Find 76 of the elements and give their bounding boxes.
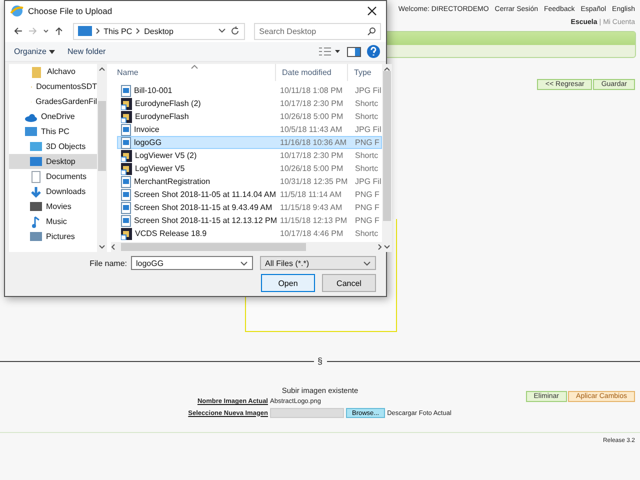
file-type: PNG F xyxy=(354,138,380,147)
nav-item[interactable]: 3D Objects xyxy=(9,139,97,154)
breadcrumb-item[interactable]: Desktop xyxy=(144,26,174,36)
file-row[interactable]: Screen Shot 2018-11-15 at 12.13.12 PM 11/15/18 12:13 PM PNG F xyxy=(117,214,382,227)
file-name-field[interactable]: logoGG xyxy=(131,256,253,270)
file-date: 10/17/18 2:30 PM xyxy=(279,151,344,160)
file-name: VCDS Release 18.9 xyxy=(135,229,207,238)
file-name: MerchantRegistration xyxy=(134,177,210,186)
file-row[interactable]: LogViewer V5 (2) 10/17/18 2:30 PM Shortc xyxy=(117,149,382,162)
nav-item[interactable]: GradesGardenFil xyxy=(9,94,97,109)
file-date: 10/26/18 5:00 PM xyxy=(279,112,344,121)
file-date: 11/16/18 10:36 AM xyxy=(279,138,348,147)
nav-item[interactable]: DocumentosSDT xyxy=(9,79,97,94)
file-type: Shortc xyxy=(354,229,380,238)
nav-item[interactable]: Movies xyxy=(9,199,97,214)
file-name: EurodyneFlash (2) xyxy=(135,99,201,108)
file-type: PNG F xyxy=(354,216,380,225)
file-name: LogViewer V5 xyxy=(135,164,185,173)
file-type: Shortc xyxy=(354,99,380,108)
file-type: JPG Fil xyxy=(354,177,382,186)
file-name: LogViewer V5 (2) xyxy=(135,151,197,160)
breadcrumb-item[interactable]: This PC xyxy=(104,26,132,36)
toolbar-button[interactable]: New folder xyxy=(64,46,109,57)
nav-item[interactable]: Music xyxy=(9,214,97,229)
file-name: Screen Shot 2018-11-15 at 12.13.12 PM xyxy=(134,216,277,225)
toolbar-button[interactable]: Organize xyxy=(11,46,58,57)
file-date: 10/5/18 11:43 AM xyxy=(279,125,344,134)
file-row[interactable]: Invoice 10/5/18 11:43 AM JPG Fil xyxy=(117,123,382,136)
file-row[interactable]: EurodyneFlash (2) 10/17/18 2:30 PM Shortc xyxy=(117,97,382,110)
file-row[interactable]: logoGG 11/16/18 10:36 AM PNG F xyxy=(117,136,382,149)
file-date: 10/31/18 12:35 PM xyxy=(279,177,349,186)
file-row[interactable]: EurodyneFlash 10/26/18 5:00 PM Shortc xyxy=(117,110,382,123)
file-row[interactable]: Screen Shot 2018-11-15 at 9.43.49 AM 11/15/18 9:43 AM PNG F xyxy=(117,201,382,214)
file-name-label: File name: xyxy=(90,258,127,268)
file-date: 11/15/18 9:43 AM xyxy=(279,203,344,212)
nav-item[interactable]: Downloads xyxy=(9,184,97,199)
file-row[interactable]: Screen Shot 2018-11-05 at 11.14.04 AM 11/5/18 11:14 AM PNG F xyxy=(117,188,382,201)
section-mark: § xyxy=(318,356,323,366)
nav-item[interactable]: Desktop xyxy=(9,154,97,169)
file-type: PNG F xyxy=(354,203,380,212)
file-name: logoGG xyxy=(134,138,162,147)
file-date: 11/15/18 12:13 PM xyxy=(279,216,348,225)
file-row[interactable]: VCDS Release 18.9 10/17/18 4:46 PM Shortc xyxy=(117,227,382,240)
file-name: Screen Shot 2018-11-05 at 11.14.04 AM xyxy=(134,190,276,199)
dialog-button[interactable]: Open xyxy=(261,274,315,292)
file-row[interactable]: Bill-10-001 10/11/18 1:08 PM JPG Fil xyxy=(117,84,382,97)
file-type: JPG Fil xyxy=(354,125,382,134)
file-date: 10/11/18 1:08 PM xyxy=(279,86,344,95)
file-type-dropdown[interactable]: All Files (*.*) xyxy=(260,256,376,270)
nav-item[interactable]: This PC xyxy=(9,124,97,139)
file-type: Shortc xyxy=(354,164,380,173)
nav-item[interactable]: OneDrive xyxy=(9,109,97,124)
file-name: EurodyneFlash xyxy=(135,112,189,121)
file-date: 10/17/18 2:30 PM xyxy=(279,99,344,108)
window-title: Choose File to Upload xyxy=(28,6,114,16)
file-type: PNG F xyxy=(354,190,380,199)
file-date: 10/17/18 4:46 PM xyxy=(279,229,344,238)
column-header[interactable]: Type xyxy=(348,64,382,81)
nav-item[interactable]: Alchavo xyxy=(9,64,97,79)
column-header[interactable]: Date modified xyxy=(276,64,348,81)
file-type: Shortc xyxy=(354,151,380,160)
nav-item[interactable]: Documents xyxy=(9,169,97,184)
file-name: Bill-10-001 xyxy=(134,86,172,95)
file-date: 11/5/18 11:14 AM xyxy=(279,190,343,199)
file-name: Invoice xyxy=(134,125,160,134)
file-row[interactable]: MerchantRegistration 10/31/18 12:35 PM JPG Fil xyxy=(117,175,382,188)
nav-item[interactable]: Pictures xyxy=(9,229,97,244)
file-name: Screen Shot 2018-11-15 at 9.43.49 AM xyxy=(134,203,272,212)
file-type: Shortc xyxy=(354,112,380,121)
file-row[interactable]: LogViewer V5 10/26/18 5:00 PM Shortc xyxy=(117,162,382,175)
search-field[interactable]: Search Desktop xyxy=(254,22,381,40)
column-header[interactable]: Name xyxy=(111,64,276,81)
address-bar[interactable]: This PC Desktop xyxy=(72,22,246,40)
file-date: 10/26/18 5:00 PM xyxy=(279,164,344,173)
file-type: JPG Fil xyxy=(354,86,382,95)
dialog-button[interactable]: Cancel xyxy=(322,274,376,292)
